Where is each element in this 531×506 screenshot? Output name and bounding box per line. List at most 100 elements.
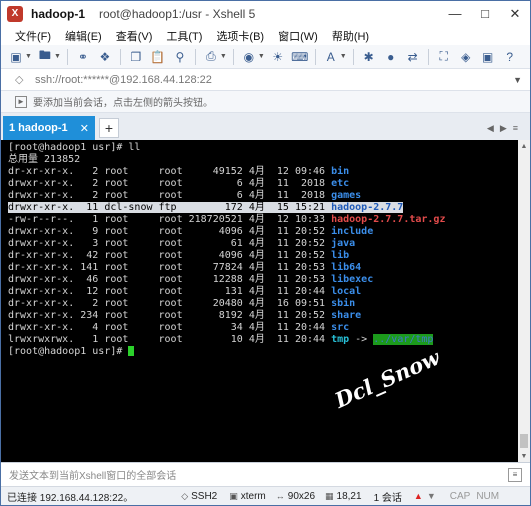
terminal-command-line: [root@hadoop1 usr]# ll — [8, 142, 141, 153]
transfer-icon[interactable]: ⇄ — [404, 48, 422, 66]
compose-bar[interactable]: 发送文本到当前Xshell窗口的全部会话 ≡ — [1, 462, 530, 486]
compose-menu-icon[interactable]: ≡ — [508, 467, 522, 482]
globe-icon[interactable]: ◉ — [240, 48, 258, 66]
menu-file[interactable]: 文件(F) — [15, 28, 51, 44]
scroll-down-icon[interactable]: ▼ — [518, 450, 530, 462]
font-icon[interactable]: A — [322, 48, 340, 66]
listing-entry-name: lib64 — [331, 262, 362, 273]
listing-row: drwxr-xr-x. 2 root root 6 4月 11 2018 etc — [8, 178, 349, 190]
scrollbar-thumb[interactable] — [520, 434, 528, 448]
tab-list-icon[interactable]: ≡ — [513, 123, 524, 133]
menu-window[interactable]: 窗口(W) — [278, 28, 318, 44]
window-title-session: hadoop-1 — [31, 6, 85, 21]
xmanager-icon[interactable]: ● — [382, 48, 400, 66]
new-tab-button[interactable]: + — [99, 118, 119, 138]
tab-hadoop-1[interactable]: 1 hadoop-1 ✕ — [3, 116, 95, 140]
window-title: root@hadoop1:/usr - Xshell 5 — [99, 6, 256, 21]
toolbar-divider — [194, 48, 196, 65]
keyboard-icon[interactable]: ⌨ — [291, 48, 309, 66]
terminal-prompt: [root@hadoop1 usr]# — [8, 346, 129, 357]
copy-icon[interactable]: ❐ — [127, 48, 145, 66]
terminal[interactable]: [root@hadoop1 usr]# ll 总用量 213852 dr-xr-… — [1, 140, 518, 462]
new-session-icon[interactable]: ▣ — [7, 48, 25, 66]
lock-icon: ◇ — [181, 490, 189, 501]
listing-row: drwxr-xr-x. 2 root root 6 4月 11 2018 gam… — [8, 190, 361, 202]
listing-row-meta: drwxr-xr-x. 12 root root 131 4月 11 20:44 — [8, 286, 332, 297]
listing-entry-name: etc — [331, 178, 350, 189]
chevron-down-icon[interactable]: ▼ — [54, 53, 61, 60]
listing-row: drwxr-xr-x. 46 root root 12288 4月 11 20:… — [8, 274, 373, 286]
arrow-right-icon[interactable]: ▶ — [500, 123, 513, 133]
open-folder-icon[interactable]: 🖿 — [36, 48, 54, 66]
listing-row-meta: dr-xr-xr-x. 2 root root 20480 4月 16 09:5… — [8, 298, 332, 309]
listing-row: dr-xr-xr-x. 2 root root 20480 4月 16 09:5… — [8, 298, 355, 310]
menu-view[interactable]: 查看(V) — [116, 28, 153, 44]
connection-status: 已连接 192.168.44.128:22。 — [7, 492, 134, 504]
tab-close-icon[interactable]: ✕ — [80, 122, 89, 135]
add-session-arrow-icon[interactable]: ► — [15, 95, 27, 108]
symlink-arrow: -> — [349, 334, 374, 345]
lock-icon[interactable]: ◈ — [457, 48, 475, 66]
title-bar: X hadoop-1 root@hadoop1:/usr - Xshell 5 … — [1, 1, 530, 26]
listing-row-meta: drwxr-xr-x. 4 root root 34 4月 11 20:44 — [8, 322, 332, 333]
listing-row-meta: drwxr-xr-x. 9 root root 4096 4月 11 20:52 — [8, 226, 332, 237]
terminal-scrollbar[interactable]: ▲ ▼ — [518, 140, 530, 462]
terminal-prompt-line[interactable]: [root@hadoop1 usr]# — [8, 346, 135, 358]
chevron-down-icon[interactable]: ▼ — [340, 53, 347, 60]
chevron-down-icon[interactable]: ▼ — [220, 53, 227, 60]
scroll-up-icon[interactable]: ▲ — [518, 140, 530, 152]
status-bar: 已连接 192.168.44.128:22。 ◇ SSH2 ▣ xterm ↔ … — [1, 486, 530, 505]
listing-row: drwxr-xr-x. 11 dcl-snow ftp 172 4月 15 15… — [8, 202, 404, 214]
chevron-down-icon[interactable]: ▼ — [25, 53, 32, 60]
listing-row: lrwxrwxrwx. 1 root root 10 4月 11 20:44 t… — [8, 334, 434, 346]
arrow-left-icon[interactable]: ◀ — [487, 123, 500, 133]
close-button[interactable]: ✕ — [500, 1, 530, 26]
menu-help[interactable]: 帮助(H) — [332, 28, 369, 44]
toolbar-divider — [352, 48, 354, 65]
lock-icon: ◇ — [15, 74, 24, 86]
address-bar[interactable]: ◇ ssh://root:******@192.168.44.128:22 ▼ — [1, 69, 530, 91]
terminal-cursor — [128, 346, 135, 356]
paste-icon[interactable]: 📋 — [149, 48, 167, 66]
reconnect-icon[interactable]: ⚭ — [74, 48, 92, 66]
hint-text: 要添加当前会话，点击左侧的箭头按钮。 — [33, 98, 213, 109]
num-lock-status: NUM — [476, 490, 500, 502]
tab-nav-arrows[interactable]: ◀▶≡ — [487, 123, 524, 134]
listing-row: drwxr-xr-x. 3 root root 61 4月 11 20:52 j… — [8, 238, 355, 250]
menu-edit[interactable]: 编辑(E) — [65, 28, 102, 44]
disconnect-icon[interactable]: ❖ — [96, 48, 114, 66]
chevron-down-icon[interactable]: ▼ — [258, 53, 265, 60]
listing-entry-name: local — [331, 286, 362, 297]
print-icon[interactable]: ⎙ — [202, 48, 220, 66]
help-icon[interactable]: ? — [501, 48, 519, 66]
menu-tab[interactable]: 选项卡(B) — [216, 28, 264, 44]
sessions-count-status: 1 会话 — [373, 492, 402, 504]
color-scheme-icon[interactable]: ☀ — [269, 48, 287, 66]
chat-icon[interactable]: ▣ — [479, 48, 497, 66]
chevron-down-icon[interactable]: ▼ — [513, 75, 522, 85]
maximize-button[interactable]: □ — [470, 1, 500, 26]
find-icon[interactable]: ⚲ — [171, 48, 189, 66]
listing-row: drwxr-xr-x. 12 root root 131 4月 11 20:44… — [8, 286, 361, 298]
watermark: Dcl_Snow — [331, 344, 444, 413]
cursor-position-status: 18,21 — [336, 490, 362, 502]
fullscreen-icon[interactable]: ⛶ — [435, 48, 453, 66]
listing-entry-name: share — [331, 310, 362, 321]
session-address[interactable]: ssh://root:******@192.168.44.128:22 — [35, 74, 212, 86]
listing-entry-name: hadoop-2.7.7 — [331, 202, 404, 213]
menu-tools[interactable]: 工具(T) — [166, 28, 202, 44]
toolbar-divider — [119, 48, 121, 65]
listing-entry-name: games — [331, 190, 362, 201]
listing-row: drwxr-xr-x. 234 root root 8192 4月 11 20:… — [8, 310, 361, 322]
terminal-icon: ▣ — [229, 490, 238, 501]
size-icon: ↔ — [275, 491, 285, 501]
listing-row-meta: drwxr-xr-x. 3 root root 61 4月 11 20:52 — [8, 238, 332, 249]
cursor-position-icon: ▦ — [325, 490, 334, 501]
listing-row: drwxr-xr-x. 9 root root 4096 4月 11 20:52… — [8, 226, 373, 238]
listing-row-meta: drwxr-xr-x. 11 dcl-snow ftp 172 4月 15 15… — [8, 202, 332, 213]
download-arrow-icon: ▼ — [426, 491, 436, 501]
toolbar: ▣ ▼ 🖿 ▼ ⚭ ❖ ❐ 📋 ⚲ ⎙ ▼ ◉ ▼ ☀ ⌨ A ▼ ✱ ● ⇄ … — [1, 45, 530, 69]
minimize-button[interactable]: — — [440, 1, 470, 26]
xftp-icon[interactable]: ✱ — [360, 48, 378, 66]
compose-bar-text: 发送文本到当前Xshell窗口的全部会话 — [9, 471, 177, 482]
